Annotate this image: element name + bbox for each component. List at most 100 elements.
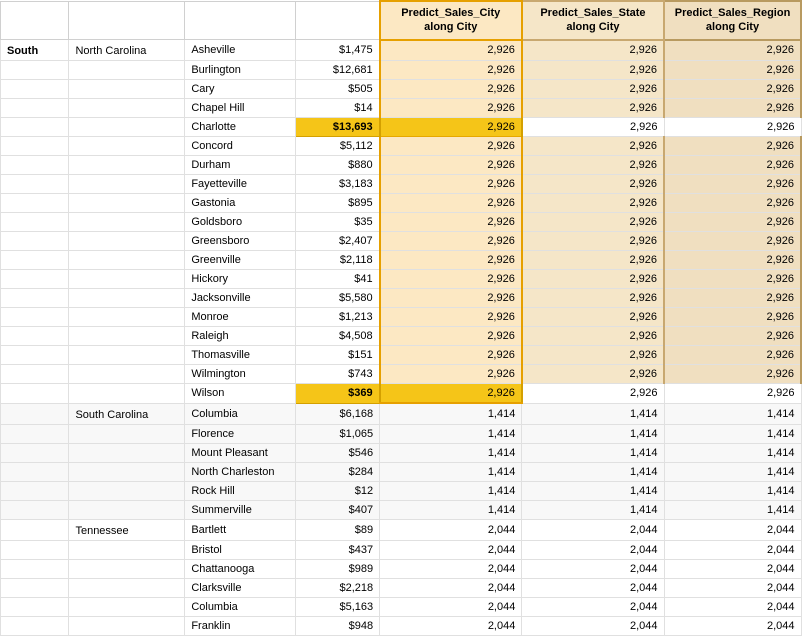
pred-state-cell: 2,926 — [522, 384, 664, 404]
state-cell — [69, 118, 185, 137]
pred-state-cell: 2,926 — [522, 213, 664, 232]
pred-region-cell: 2,926 — [664, 61, 801, 80]
state-cell — [69, 384, 185, 404]
city-cell: Summerville — [185, 500, 296, 519]
pred-region-cell: 2,926 — [664, 137, 801, 156]
city-cell: Monroe — [185, 308, 296, 327]
pred-city-cell: 2,926 — [380, 213, 522, 232]
state-cell — [69, 289, 185, 308]
city-cell: Wilmington — [185, 365, 296, 384]
table-row: Raleigh$4,5082,9262,9262,926 — [1, 327, 802, 346]
pred-state-cell: 2,926 — [522, 251, 664, 270]
sales-cell: $6,168 — [295, 403, 379, 424]
region-cell — [1, 384, 69, 404]
data-table: Predict_Sales_Cityalong City Predict_Sal… — [0, 0, 802, 636]
sales-cell: $3,183 — [295, 175, 379, 194]
region-cell — [1, 403, 69, 424]
region-cell — [1, 443, 69, 462]
pred-region-cell: 1,414 — [664, 403, 801, 424]
header-state — [69, 1, 185, 40]
pred-region-cell: 2,926 — [664, 213, 801, 232]
city-cell: Charlotte — [185, 118, 296, 137]
city-cell: Durham — [185, 156, 296, 175]
header-pred-city: Predict_Sales_Cityalong City — [380, 1, 522, 40]
pred-state-cell: 2,926 — [522, 232, 664, 251]
table-row: Thomasville$1512,9262,9262,926 — [1, 346, 802, 365]
state-cell — [69, 578, 185, 597]
state-cell — [69, 213, 185, 232]
pred-city-cell: 2,926 — [380, 251, 522, 270]
table-row: Cary$5052,9262,9262,926 — [1, 80, 802, 99]
city-cell: Raleigh — [185, 327, 296, 346]
table-row: TennesseeBartlett$892,0442,0442,044 — [1, 519, 802, 540]
table-row: Chattanooga$9892,0442,0442,044 — [1, 559, 802, 578]
region-cell — [1, 578, 69, 597]
state-cell — [69, 616, 185, 635]
table-row: Gastonia$8952,9262,9262,926 — [1, 194, 802, 213]
pred-region-cell: 2,926 — [664, 308, 801, 327]
table-row: Wilson$3692,9262,9262,926 — [1, 384, 802, 404]
state-cell: South Carolina — [69, 403, 185, 424]
city-cell: Fayetteville — [185, 175, 296, 194]
table-row: Mount Pleasant$5461,4141,4141,414 — [1, 443, 802, 462]
table-row: South CarolinaColumbia$6,1681,4141,4141,… — [1, 403, 802, 424]
city-cell: Mount Pleasant — [185, 443, 296, 462]
pred-region-cell: 2,926 — [664, 327, 801, 346]
sales-cell: $546 — [295, 443, 379, 462]
region-cell — [1, 462, 69, 481]
sales-cell: $5,112 — [295, 137, 379, 156]
sales-cell: $505 — [295, 80, 379, 99]
pred-state-cell: 2,044 — [522, 519, 664, 540]
state-cell — [69, 597, 185, 616]
pred-state-cell: 2,926 — [522, 346, 664, 365]
city-cell: Columbia — [185, 597, 296, 616]
region-cell — [1, 80, 69, 99]
pred-city-cell: 1,414 — [380, 424, 522, 443]
city-cell: Clarksville — [185, 578, 296, 597]
region-cell — [1, 270, 69, 289]
state-cell — [69, 500, 185, 519]
state-cell — [69, 80, 185, 99]
pred-state-cell: 2,926 — [522, 327, 664, 346]
pred-state-cell: 2,044 — [522, 540, 664, 559]
pred-state-cell: 1,414 — [522, 443, 664, 462]
table-row: SouthNorth CarolinaAsheville$1,4752,9262… — [1, 40, 802, 61]
pred-region-cell: 2,044 — [664, 559, 801, 578]
table-row: Columbia$5,1632,0442,0442,044 — [1, 597, 802, 616]
city-cell: Hickory — [185, 270, 296, 289]
pred-city-cell: 2,926 — [380, 327, 522, 346]
table-row: North Charleston$2841,4141,4141,414 — [1, 462, 802, 481]
region-cell — [1, 519, 69, 540]
pred-state-cell: 2,926 — [522, 175, 664, 194]
sales-cell: $743 — [295, 365, 379, 384]
table-row: Florence$1,0651,4141,4141,414 — [1, 424, 802, 443]
region-cell: South — [1, 40, 69, 61]
pred-city-cell: 2,044 — [380, 540, 522, 559]
sales-cell: $4,508 — [295, 327, 379, 346]
region-cell — [1, 500, 69, 519]
pred-state-cell: 2,926 — [522, 61, 664, 80]
pred-region-cell: 2,926 — [664, 175, 801, 194]
pred-state-cell: 2,926 — [522, 270, 664, 289]
pred-state-cell: 2,044 — [522, 597, 664, 616]
pred-region-cell: 2,926 — [664, 232, 801, 251]
region-cell — [1, 597, 69, 616]
pred-city-cell: 1,414 — [380, 462, 522, 481]
city-cell: Wilson — [185, 384, 296, 404]
state-cell: Tennessee — [69, 519, 185, 540]
state-cell — [69, 61, 185, 80]
pred-city-cell: 2,926 — [380, 289, 522, 308]
city-cell: Chapel Hill — [185, 99, 296, 118]
sales-cell: $5,580 — [295, 289, 379, 308]
city-cell: Florence — [185, 424, 296, 443]
sales-cell: $14 — [295, 99, 379, 118]
state-cell — [69, 99, 185, 118]
state-cell — [69, 481, 185, 500]
sales-cell: $895 — [295, 194, 379, 213]
pred-state-cell: 2,044 — [522, 578, 664, 597]
table-row: Monroe$1,2132,9262,9262,926 — [1, 308, 802, 327]
pred-city-cell: 1,414 — [380, 481, 522, 500]
sales-cell: $151 — [295, 346, 379, 365]
pred-city-cell: 2,926 — [380, 40, 522, 61]
region-cell — [1, 232, 69, 251]
